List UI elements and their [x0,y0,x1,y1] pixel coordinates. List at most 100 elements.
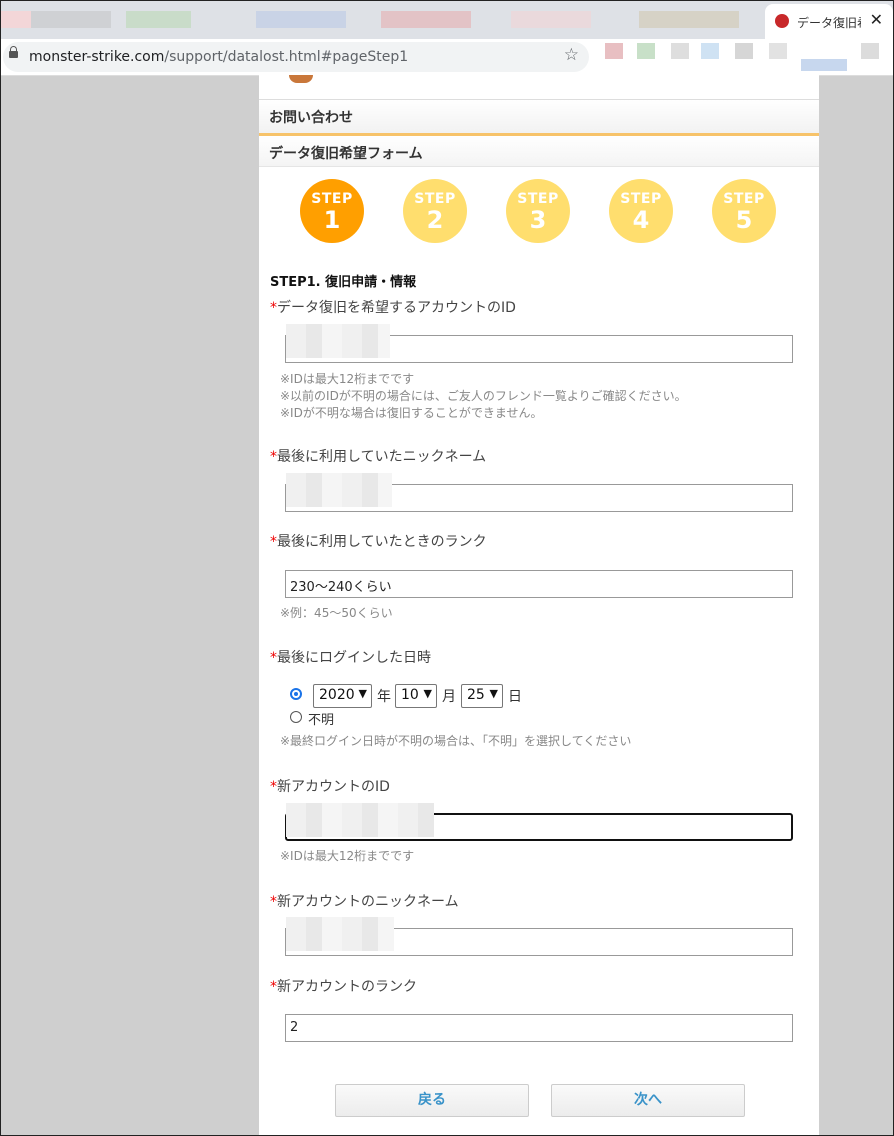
browser-toolbar: monster-strike.com/support/datalost.html… [1,39,893,76]
blurred-extension-icon[interactable] [701,43,719,59]
url-text[interactable]: monster-strike.com/support/datalost.html… [29,49,408,65]
required-mark: * [270,300,277,316]
required-mark: * [270,979,277,995]
last-login-note: ※最終ログイン日時が不明の場合は、「不明」を選択してください [280,734,632,748]
day-select[interactable]: 25 ▼ [461,684,503,708]
next-button[interactable]: 次へ [551,1084,745,1117]
unknown-radio[interactable] [290,711,302,723]
old-id-label-text: データ復旧を希望するアカウントのID [277,300,516,316]
blurred-tab[interactable] [126,11,191,28]
note-line: ※IDは最大12桁までです [280,372,415,386]
note-line: ※以前のIDが不明の場合には、ご友人のフレンド一覧よりご確認ください。 [280,389,687,403]
step-label: STEP [414,191,456,207]
form-title: データ復旧希望フォーム [269,146,423,162]
blurred-extension-icon[interactable] [769,43,787,59]
old-rank-input[interactable]: 230〜240くらい [285,570,793,598]
section-title: STEP1. 復旧申請・情報 [270,275,417,290]
new-rank-label: *新アカウントのランク [270,976,417,996]
required-mark: * [270,894,277,910]
step-5-indicator: STEP 5 [712,179,776,243]
step-3-indicator: STEP 3 [506,179,570,243]
required-mark: * [270,779,277,795]
blurred-extension-icon[interactable] [605,43,623,59]
blurred-tab[interactable] [256,11,346,28]
old-rank-value: 230〜240くらい [290,580,392,595]
step-number: 5 [735,206,753,234]
blurred-extension-icon[interactable] [637,43,655,59]
chevron-down-icon: ▼ [358,687,367,700]
chevron-down-icon: ▼ [489,687,498,700]
page-header: お問い合わせ [259,99,819,136]
step-number: 1 [323,206,341,234]
year-unit: 年 [377,689,391,705]
new-id-label: *新アカウントのID [270,776,390,796]
form-header: データ復旧希望フォーム [259,136,819,167]
tab-strip: データ復旧希 ✕ [1,1,893,39]
page-content: お問い合わせ データ復旧希望フォーム STEP 1 STEP 2 STEP 3 … [259,75,819,1135]
blurred-tab[interactable] [511,11,591,28]
day-value: 25 [467,687,485,703]
new-rank-input[interactable]: 2 [285,1014,793,1042]
step-4-indicator: STEP 4 [609,179,673,243]
old-id-notes: ※IDは最大12桁までです ※以前のIDが不明の場合には、ご友人のフレンド一覧よ… [280,371,687,422]
note-line: ※IDが不明な場合は復旧することができません。 [280,406,543,420]
required-mark: * [270,650,277,666]
new-id-note: ※IDは最大12桁までです [280,849,415,863]
step-2-indicator: STEP 2 [403,179,467,243]
date-radio[interactable] [290,688,302,700]
monster-favicon-icon [775,14,789,28]
active-tab[interactable]: データ復旧希 ✕ [765,4,893,39]
tab-title: データ復旧希 [797,16,861,30]
blurred-tab[interactable] [1,11,31,28]
step-number: 4 [632,206,650,234]
browser-window: データ復旧希 ✕ monster-strike.com/support/data… [0,0,894,1136]
step-label: STEP [723,191,765,207]
unknown-label[interactable]: 不明 [308,709,334,728]
page-header-title: お問い合わせ [269,110,353,126]
blurred-menu-icon[interactable] [861,43,879,59]
redacted-value [286,324,390,358]
required-mark: * [270,449,277,465]
star-icon[interactable]: ☆ [564,45,579,65]
step-number: 2 [426,206,444,234]
new-nickname-label-text: 新アカウントのニックネーム [277,894,459,910]
new-nickname-input[interactable] [285,917,793,956]
old-rank-note: ※例：45〜50くらい [280,606,393,620]
blurred-tab[interactable] [381,11,471,28]
lock-icon[interactable] [9,46,18,58]
new-rank-label-text: 新アカウントのランク [277,979,417,995]
redacted-value [286,803,434,837]
blurred-tab[interactable] [639,11,739,28]
blurred-extension-icon[interactable] [671,43,689,59]
old-rank-label-text: 最後に利用していたときのランク [277,534,487,550]
last-login-label: *最後にログインした日時 [270,647,431,667]
blurred-extension-icon[interactable] [735,43,753,59]
new-id-label-text: 新アカウントのID [277,779,390,795]
blurred-tab[interactable] [31,11,111,28]
redacted-value [286,473,392,507]
old-nickname-input[interactable] [285,473,793,512]
year-value: 2020 [319,687,355,703]
back-button[interactable]: 戻る [335,1084,529,1117]
step-label: STEP [311,191,353,207]
new-nickname-label: *新アカウントのニックネーム [270,891,459,911]
url-path: /support/datalost.html#pageStep1 [164,49,409,65]
step-number: 3 [529,206,547,234]
old-nickname-label-text: 最後に利用していたニックネーム [277,449,487,465]
year-select[interactable]: 2020 ▼ [313,684,372,708]
new-id-input[interactable] [285,803,793,841]
address-bar[interactable]: monster-strike.com/support/datalost.html… [3,42,589,72]
close-tab-icon[interactable]: ✕ [870,10,883,29]
old-id-input[interactable] [285,324,793,363]
month-select[interactable]: 10 ▼ [395,684,437,708]
old-nickname-label: *最後に利用していたニックネーム [270,446,486,466]
chevron-down-icon: ▼ [423,687,432,700]
blurred-profile-icon[interactable] [801,59,847,71]
old-rank-label: *最後に利用していたときのランク [270,531,487,551]
last-login-label-text: 最後にログインした日時 [277,650,431,666]
old-id-label: *データ復旧を希望するアカウントのID [270,297,516,317]
month-value: 10 [401,687,419,703]
logo-icon [289,75,313,83]
step-label: STEP [517,191,559,207]
month-unit: 月 [442,689,456,705]
